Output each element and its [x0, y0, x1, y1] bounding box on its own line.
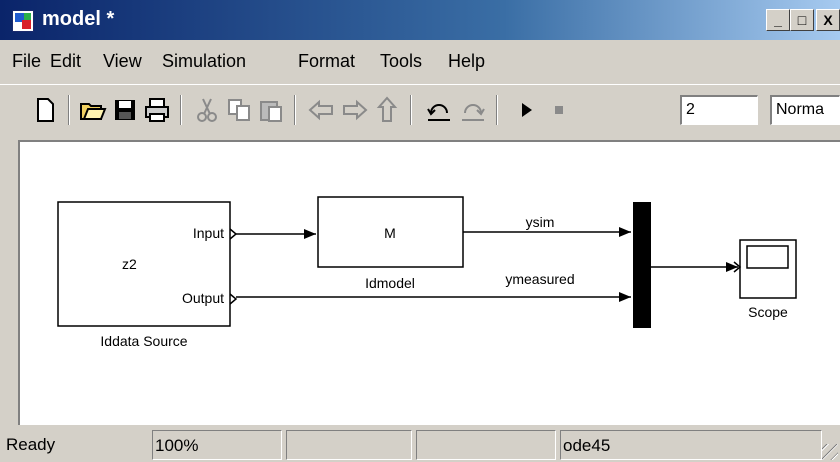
status-field-3 — [286, 430, 412, 460]
status-solver: ode45 — [560, 430, 822, 460]
menu-file[interactable]: File — [12, 51, 41, 72]
status-zoom: 100% — [152, 430, 282, 460]
menu-format[interactable]: Format — [298, 51, 355, 72]
undo-icon[interactable] — [424, 95, 454, 125]
menu-simulation[interactable]: Simulation — [162, 51, 246, 72]
resize-grip[interactable] — [822, 444, 838, 460]
stop-time-input[interactable]: 2 — [680, 95, 758, 125]
iddata-source-caption: Iddata Source — [100, 333, 187, 349]
menu-bar: File Edit View Simulation Format Tools H… — [0, 44, 840, 80]
status-state: Ready — [6, 435, 56, 454]
iddata-source-block[interactable]: z2 Input Output — [57, 201, 238, 327]
scope-block[interactable] — [733, 239, 797, 299]
simulation-mode-select[interactable]: Norma — [770, 95, 840, 125]
menu-view[interactable]: View — [103, 51, 142, 72]
model-canvas[interactable]: z2 Input Output Iddata Source M Idmodel … — [18, 140, 840, 425]
scope-caption: Scope — [748, 304, 788, 320]
close-button[interactable]: X — [816, 9, 840, 31]
back-arrow-icon[interactable] — [306, 95, 336, 125]
source-input-port-label: Input — [193, 225, 224, 241]
idmodel-caption: Idmodel — [365, 275, 415, 291]
play-icon[interactable] — [512, 95, 542, 125]
source-block-content: z2 — [122, 256, 137, 272]
toolbar: 2 Norma — [0, 84, 840, 136]
save-icon[interactable] — [110, 95, 140, 125]
ymeasured-signal-label: ymeasured — [505, 271, 574, 287]
menu-help[interactable]: Help — [448, 51, 485, 72]
simulink-app-icon[interactable] — [12, 10, 34, 32]
menu-edit[interactable]: Edit — [50, 51, 81, 72]
title-bar[interactable]: model * _ □ X — [0, 0, 840, 40]
maximize-button[interactable]: □ — [790, 9, 814, 31]
window-title: model * — [42, 8, 115, 30]
copy-icon[interactable] — [224, 95, 254, 125]
up-arrow-icon[interactable] — [372, 95, 402, 125]
open-folder-icon[interactable] — [78, 95, 108, 125]
status-field-4 — [416, 430, 556, 460]
paste-icon[interactable] — [256, 95, 286, 125]
minimize-button[interactable]: _ — [766, 9, 790, 31]
print-icon[interactable] — [142, 95, 172, 125]
redo-icon[interactable] — [458, 95, 488, 125]
source-output-port-label: Output — [182, 290, 224, 306]
stop-icon[interactable] — [544, 95, 574, 125]
mux-block[interactable] — [633, 202, 651, 328]
idmodel-block[interactable]: M — [317, 196, 464, 268]
forward-arrow-icon[interactable] — [340, 95, 370, 125]
new-file-icon[interactable] — [30, 95, 60, 125]
cut-icon[interactable] — [192, 95, 222, 125]
menu-tools[interactable]: Tools — [380, 51, 422, 72]
idmodel-block-content: M — [384, 225, 396, 241]
ysim-signal-label: ysim — [526, 214, 555, 230]
status-bar: Ready 100% ode45 — [0, 428, 840, 462]
